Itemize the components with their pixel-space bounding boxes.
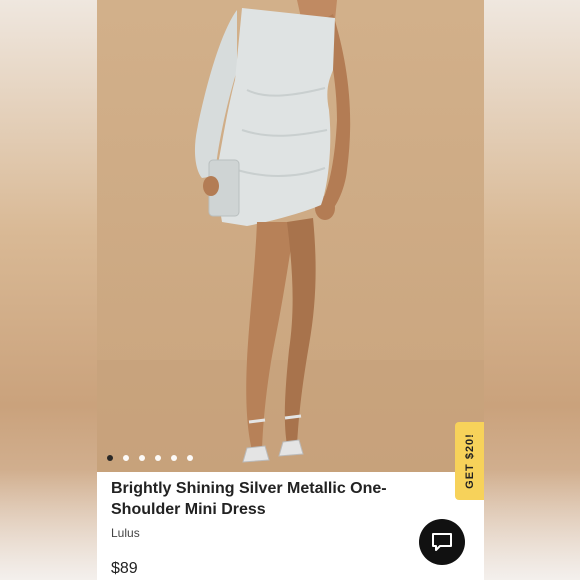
product-info: Brightly Shining Silver Metallic One-Sho… [111,478,411,578]
carousel-dot[interactable] [187,455,193,461]
carousel-dot[interactable] [155,455,161,461]
promo-tab[interactable]: GET $20! [455,422,484,500]
blurred-background-right [484,0,580,580]
carousel-dot[interactable] [171,455,177,461]
model-illustration [97,0,484,472]
chat-bubble-icon [432,533,452,551]
chat-button[interactable] [419,519,465,565]
product-price: $89 [111,560,138,577]
product-brand[interactable]: Lulus [111,526,411,540]
product-title: Brightly Shining Silver Metallic One-Sho… [111,480,387,518]
carousel-dot[interactable] [123,455,129,461]
carousel-dot[interactable] [107,455,113,461]
product-screen: GET $20! Brightly Shining Silver Metalli… [97,0,484,580]
blurred-background-left [0,0,97,580]
carousel-dots [107,455,193,461]
product-image[interactable] [97,0,484,472]
carousel-dot[interactable] [139,455,145,461]
promo-label: GET $20! [463,433,476,489]
